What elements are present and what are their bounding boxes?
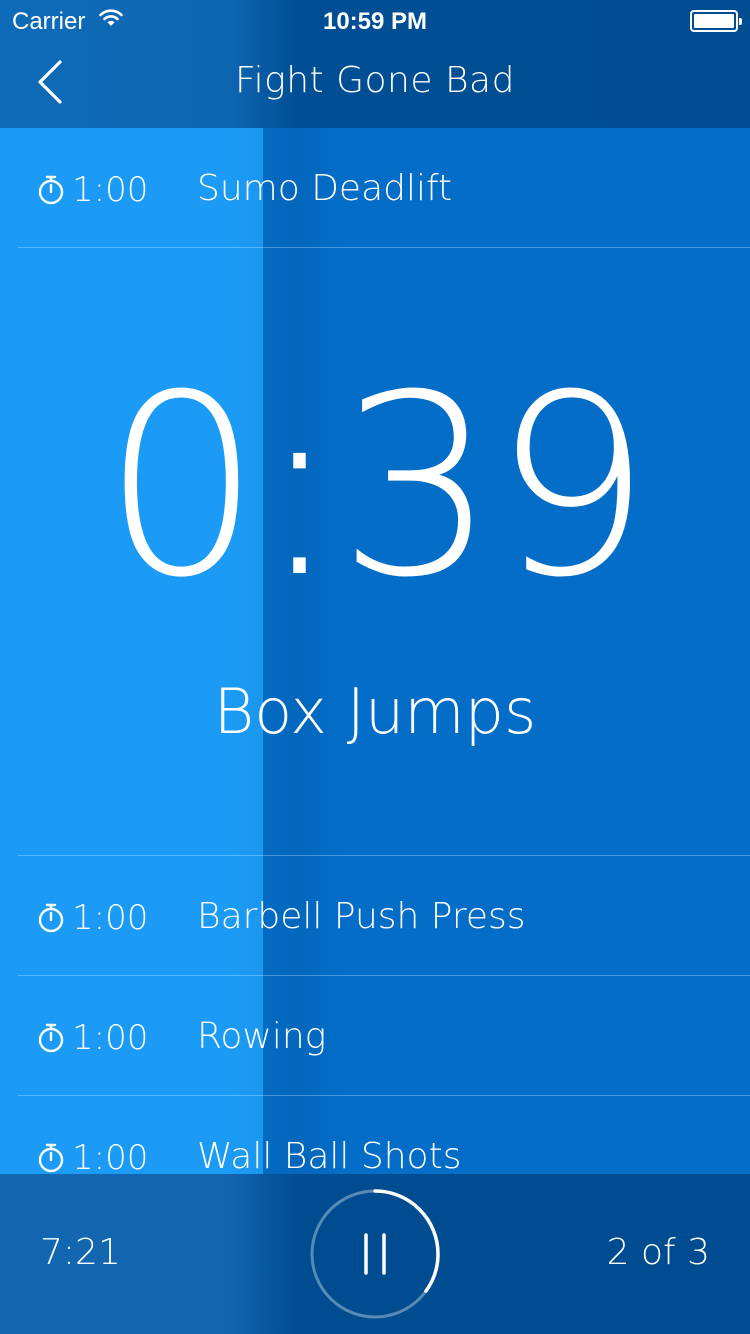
total-elapsed-time: 7:21 bbox=[40, 1232, 121, 1273]
list-item-upcoming[interactable]: 1:00 Barbell Push Press bbox=[0, 856, 750, 976]
pause-icon bbox=[310, 1189, 440, 1319]
bottom-bar: 7:21 2 of 3 bbox=[0, 1174, 750, 1334]
stopwatch-icon bbox=[38, 1023, 64, 1053]
exercise-duration: 1:00 bbox=[36, 898, 148, 938]
countdown-timer: 0:39 bbox=[102, 341, 651, 632]
duration-text: 1:00 bbox=[72, 898, 149, 938]
exercise-name: Rowing bbox=[197, 1016, 327, 1057]
current-exercise-name: Box Jumps bbox=[213, 675, 537, 748]
page-title: Fight Gone Bad bbox=[235, 60, 515, 101]
exercise-duration: 1:00 bbox=[36, 1018, 148, 1058]
status-time: 10:59 PM bbox=[322, 8, 428, 35]
duration-text: 1:00 bbox=[72, 170, 149, 210]
list-item-previous[interactable]: 1:00 Sumo Deadlift bbox=[0, 128, 750, 248]
pause-button[interactable] bbox=[308, 1187, 442, 1321]
list-item-upcoming[interactable]: 1:00 Rowing bbox=[0, 976, 750, 1096]
round-progress: 2 of 3 bbox=[606, 1232, 710, 1273]
duration-text: 1:00 bbox=[72, 1138, 149, 1178]
battery-icon bbox=[690, 10, 742, 32]
stopwatch-icon bbox=[38, 175, 64, 205]
divider bbox=[18, 247, 750, 248]
exercise-duration: 1:00 bbox=[36, 1138, 148, 1178]
exercise-name: Wall Ball Shots bbox=[197, 1136, 462, 1177]
exercise-name: Barbell Push Press bbox=[197, 896, 526, 937]
stopwatch-icon bbox=[38, 1143, 64, 1173]
exercise-name: Sumo Deadlift bbox=[197, 168, 453, 209]
duration-text: 1:00 bbox=[72, 1018, 149, 1058]
nav-header: Carrier 10:59 PM Fight Gone Bad bbox=[0, 0, 750, 128]
status-bar: Carrier 10:59 PM bbox=[0, 0, 750, 40]
stopwatch-icon bbox=[38, 903, 64, 933]
exercise-duration: 1:00 bbox=[36, 170, 148, 210]
